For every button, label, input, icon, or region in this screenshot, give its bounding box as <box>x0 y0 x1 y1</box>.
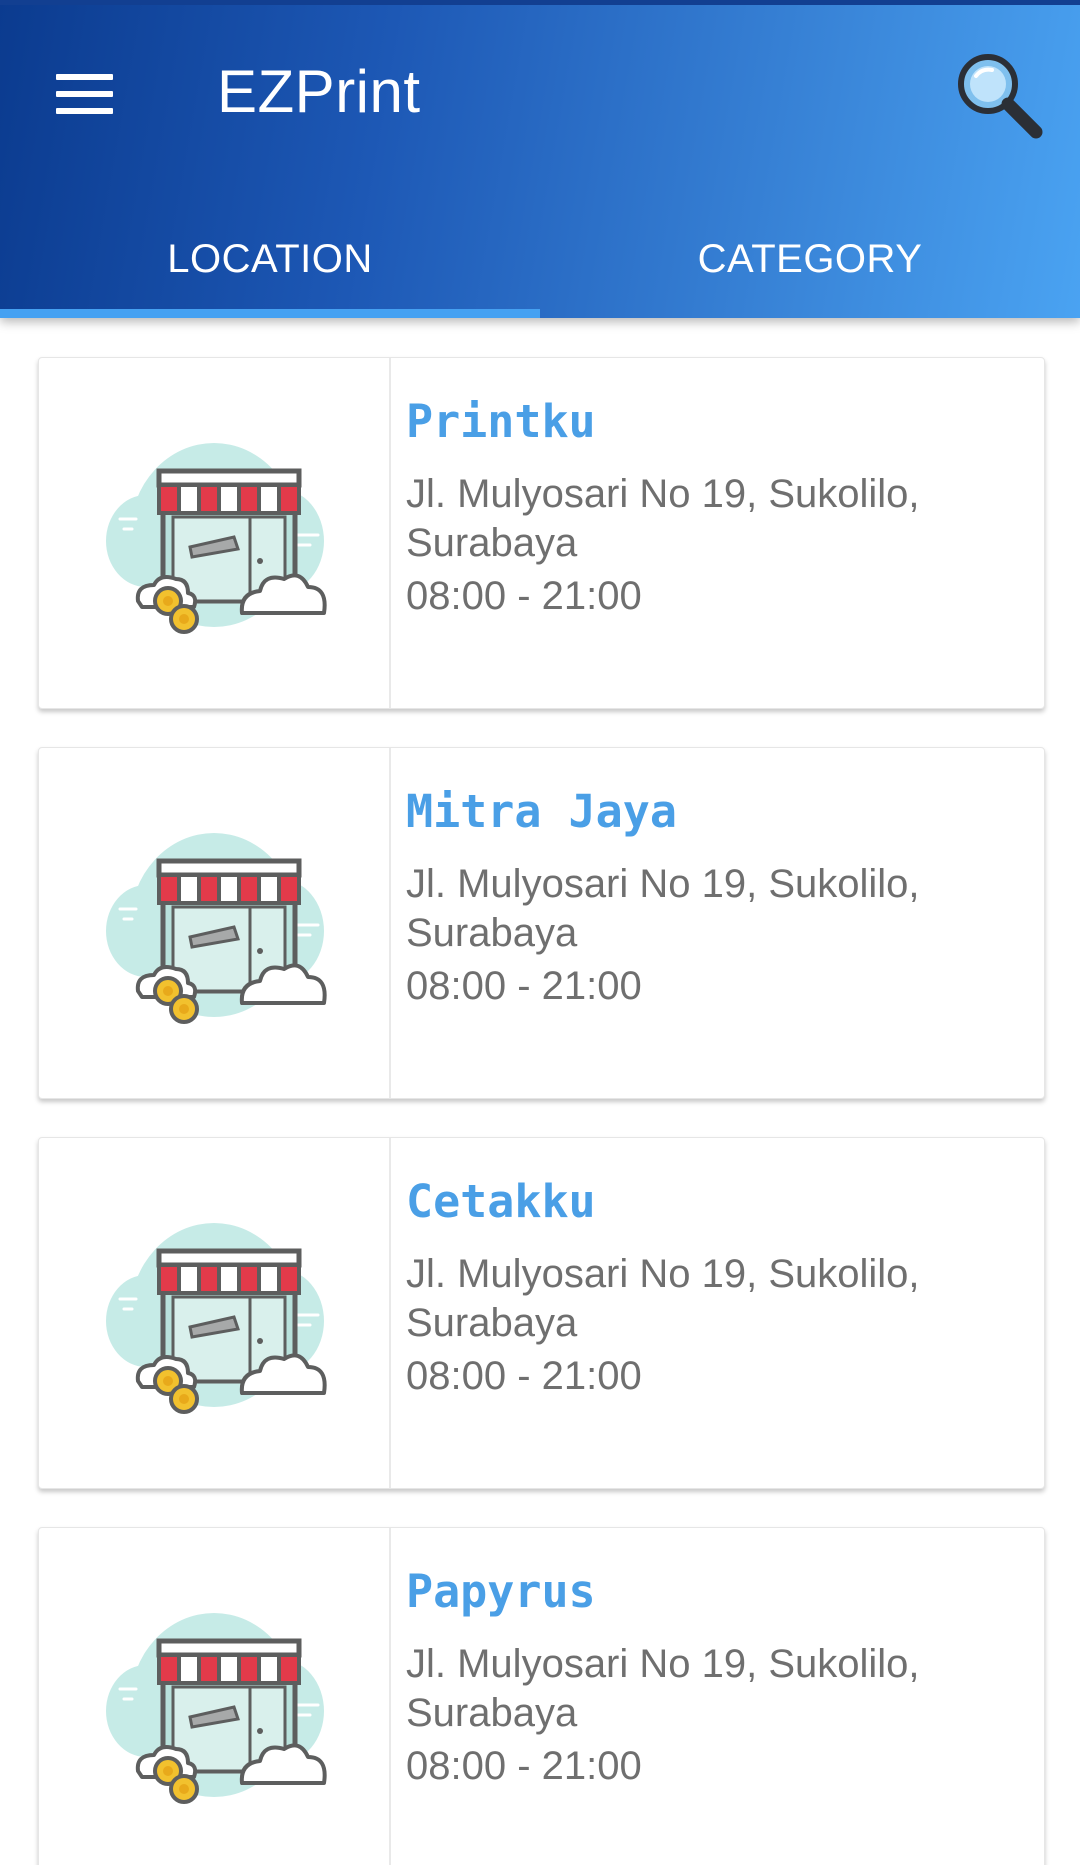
shop-storefront-icon <box>84 813 344 1033</box>
shop-card[interactable]: Mitra Jaya Jl. Mulyosari No 19, Sukolilo… <box>38 747 1045 1099</box>
app-screen: EZPrint LOCATION CATEGORY Printku Jl. Mu… <box>0 0 1080 1865</box>
tab-location[interactable]: LOCATION <box>0 200 540 318</box>
shop-thumbnail <box>39 1528 391 1865</box>
shop-address: Jl. Mulyosari No 19, Sukolilo, Surabaya <box>406 862 920 955</box>
shop-details: Printku Jl. Mulyosari No 19, Sukolilo, S… <box>391 358 1006 708</box>
shop-details: Papyrus Jl. Mulyosari No 19, Sukolilo, S… <box>391 1528 1006 1865</box>
shop-thumbnail <box>39 358 391 708</box>
tab-category[interactable]: CATEGORY <box>540 200 1080 318</box>
search-icon[interactable] <box>950 46 1050 146</box>
shop-list: Printku Jl. Mulyosari No 19, Sukolilo, S… <box>38 357 1045 1865</box>
shop-hours: 08:00 - 21:00 <box>406 574 642 618</box>
app-bar: EZPrint LOCATION CATEGORY <box>0 0 1080 318</box>
shop-name: Papyrus <box>406 1565 596 1618</box>
shop-thumbnail <box>39 1138 391 1488</box>
tab-selected-indicator <box>0 309 540 318</box>
shop-address: Jl. Mulyosari No 19, Sukolilo, Surabaya <box>406 472 920 565</box>
shop-details: Mitra Jaya Jl. Mulyosari No 19, Sukolilo… <box>391 748 1006 1098</box>
hamburger-menu-icon[interactable] <box>42 52 126 136</box>
shop-hours: 08:00 - 21:00 <box>406 1354 642 1398</box>
shop-details: Cetakku Jl. Mulyosari No 19, Sukolilo, S… <box>391 1138 1006 1488</box>
shop-storefront-icon <box>84 423 344 643</box>
shop-name: Printku <box>406 395 596 448</box>
tab-bar: LOCATION CATEGORY <box>0 200 1080 318</box>
shop-storefront-icon <box>84 1203 344 1423</box>
shop-address: Jl. Mulyosari No 19, Sukolilo, Surabaya <box>406 1252 920 1345</box>
app-title: EZPrint <box>217 58 421 125</box>
shop-name: Mitra Jaya <box>406 785 677 838</box>
shop-name: Cetakku <box>406 1175 596 1228</box>
shop-storefront-icon <box>84 1593 344 1813</box>
shop-address: Jl. Mulyosari No 19, Sukolilo, Surabaya <box>406 1642 920 1735</box>
shop-thumbnail <box>39 748 391 1098</box>
shop-hours: 08:00 - 21:00 <box>406 1744 642 1788</box>
shop-card[interactable]: Cetakku Jl. Mulyosari No 19, Sukolilo, S… <box>38 1137 1045 1489</box>
shop-card[interactable]: Papyrus Jl. Mulyosari No 19, Sukolilo, S… <box>38 1527 1045 1865</box>
shop-hours: 08:00 - 21:00 <box>406 964 642 1008</box>
shop-card[interactable]: Printku Jl. Mulyosari No 19, Sukolilo, S… <box>38 357 1045 709</box>
